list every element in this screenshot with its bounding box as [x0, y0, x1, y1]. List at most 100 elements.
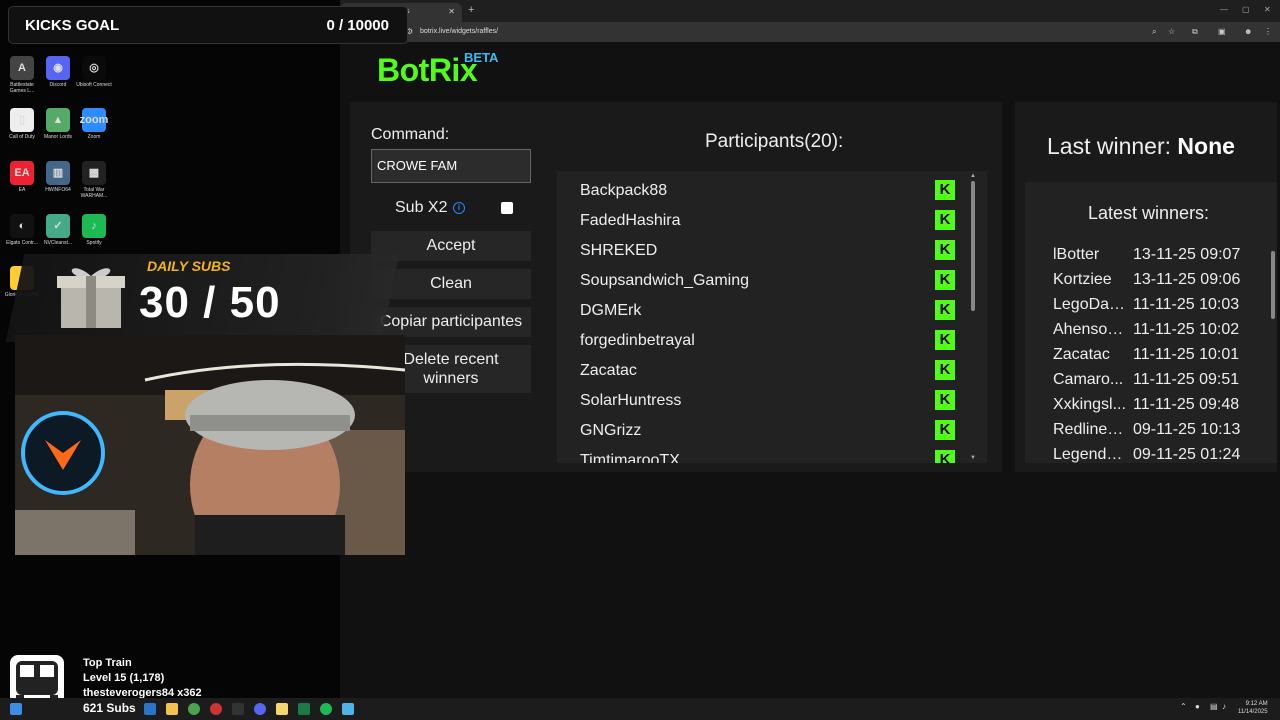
taskbar: ⌃ ● ▤ ♪ 9:12 AM 11/14/2025 — [0, 698, 1280, 720]
network-icon[interactable]: ▤ — [1210, 702, 1218, 711]
volume-icon[interactable]: ♪ — [1222, 702, 1226, 711]
winner-row: lBotter 13-11-25 09:07 — [1053, 246, 1273, 271]
bookmark-star-icon[interactable]: ☆ — [1168, 27, 1175, 36]
desktop-app-icon: ▥ — [46, 161, 70, 185]
scrollbar[interactable] — [971, 181, 975, 311]
winner-time: 09-11-25 01:24 — [1133, 446, 1241, 463]
participant-name: forgedinbetrayal — [580, 332, 695, 349]
maximize-icon[interactable]: ▢ — [1242, 5, 1250, 14]
daily-subs-label: DAILY SUBS — [147, 258, 231, 274]
winner-row: Camaro... 11-11-25 09:51 — [1053, 371, 1273, 396]
desktop-app-glyph: ▩ — [88, 167, 100, 179]
desktop-app-glyph: A — [18, 62, 26, 74]
desktop-icon[interactable]: EA EA — [4, 161, 40, 193]
desktop-icon-label: Elgato Contr... — [6, 240, 38, 246]
participant-row: GNGrizz K — [557, 415, 967, 445]
desktop-app-icon: ▲ — [46, 108, 70, 132]
participant-name: Backpack88 — [580, 182, 668, 199]
desktop-icon[interactable]: ♪ Spotify — [76, 214, 112, 246]
discord-taskbar-icon[interactable] — [254, 703, 266, 715]
winner-time: 13-11-25 09:07 — [1133, 246, 1241, 263]
kick-platform-icon: K — [935, 420, 955, 440]
chrome-icon[interactable] — [188, 703, 200, 715]
winner-time: 11-11-25 10:01 — [1133, 346, 1240, 363]
desktop-icon[interactable]: zoom Zoom — [76, 108, 112, 140]
desktop-app-icon: ✓ — [46, 214, 70, 238]
participant-name: GNGrizz — [580, 422, 642, 439]
desktop-app-icon: ♪ — [82, 214, 106, 238]
desktop-app-icon: zoom — [80, 108, 108, 132]
explorer-icon[interactable] — [144, 703, 156, 715]
desktop-icon[interactable]: ◐ Elgato Contr... — [4, 214, 40, 246]
desktop-icon[interactable]: ▲ Manor Lords — [40, 108, 76, 140]
split-icon[interactable]: ▣ — [1218, 27, 1226, 36]
latest-winners-box: Latest winners: lBotter 13-11-25 09:07 Kor… — [1025, 182, 1277, 463]
desktop-icon[interactable]: ◎ Ubisoft Connect — [76, 56, 112, 88]
desktop-icon-label: EA — [18, 187, 26, 193]
command-label: Command: — [371, 126, 450, 143]
desktop-icon[interactable]: A Battlestate Games L... — [4, 56, 40, 94]
desktop-app-glyph: ♪ — [91, 220, 97, 232]
command-input[interactable]: CROWE FAM — [371, 149, 531, 183]
address-bar: ⚙ botrix.live/widgets/raffles/ ⌕ ☆ ⧉ ▣ ☻… — [340, 22, 1280, 42]
desktop-app-icon: ▯ — [10, 108, 34, 132]
winner-name: LegoDad... — [1053, 296, 1128, 313]
top-train-info: Top Train Level 15 (1,178) thesteveroger… — [83, 656, 202, 701]
desktop-icon[interactable]: ▩ Total War WARHAM... — [76, 161, 112, 199]
participant-row: FadedHashira K — [557, 205, 967, 235]
folder-icon[interactable] — [166, 703, 178, 715]
kick-platform-icon: K — [935, 270, 955, 290]
clock[interactable]: 9:12 AM 11/14/2025 — [1238, 700, 1268, 716]
sub-x2-checkbox[interactable] — [501, 202, 513, 214]
app-icon[interactable] — [210, 703, 222, 715]
profile-icon[interactable]: ☻ — [1244, 27, 1252, 36]
spotify-taskbar-icon[interactable] — [320, 703, 332, 715]
start-icon[interactable] — [10, 703, 22, 715]
participant-name: DGMErk — [580, 302, 642, 319]
tray-chevron-icon[interactable]: ⌃ — [1180, 702, 1187, 711]
info-icon[interactable]: i — [453, 202, 465, 214]
desktop-icon[interactable]: ▯ Call of Duty — [4, 108, 40, 140]
kick-platform-icon: K — [935, 360, 955, 380]
desktop-app-icon: ▩ — [82, 161, 106, 185]
winner-time: 09-11-25 10:13 — [1133, 421, 1241, 438]
winner-row: Redline_... 09-11-25 10:13 — [1053, 421, 1273, 446]
desktop-icon[interactable]: ◉ Discord — [40, 56, 76, 88]
gift-icon — [57, 268, 125, 328]
webcam-feed — [15, 335, 405, 555]
desktop-icon[interactable]: ▥ HWiNFO64 — [40, 161, 76, 193]
participant-row: forgedinbetrayal K — [557, 325, 967, 355]
participant-row: Zacatac K — [557, 355, 967, 385]
close-tab-icon[interactable]: ✕ — [448, 7, 455, 16]
terminal-icon[interactable] — [232, 703, 244, 715]
search-icon[interactable]: ⌕ — [1152, 27, 1156, 37]
new-tab-icon[interactable]: + — [468, 4, 474, 16]
desktop-icon-label: Call of Duty — [9, 134, 35, 140]
kick-platform-icon: K — [935, 300, 955, 320]
desktop-app-glyph: ▥ — [52, 167, 64, 179]
scroll-up-icon[interactable]: ▲ — [970, 173, 976, 179]
copy-participants-button[interactable]: Copiar participantes — [371, 307, 531, 337]
close-window-icon[interactable]: ✕ — [1264, 5, 1271, 14]
winner-name: Legend1... — [1053, 446, 1128, 463]
notes-icon[interactable] — [276, 703, 288, 715]
botrix-logo[interactable]: BotRix — [377, 52, 478, 89]
participant-name: Soupsandwich_Gaming — [580, 272, 749, 289]
desktop-icon-label: Manor Lords — [43, 134, 73, 140]
minimize-icon[interactable]: — — [1220, 5, 1228, 14]
notepad-icon[interactable] — [342, 703, 354, 715]
desktop-icon[interactable]: ✓ NVCleanst... — [40, 214, 76, 246]
kicks-goal-bar: KICKS GOAL 0 / 10000 — [8, 6, 408, 44]
mic-icon[interactable]: ● — [1195, 702, 1200, 711]
daily-subs-count: 30 / 50 — [139, 278, 281, 327]
excel-icon[interactable] — [298, 703, 310, 715]
participant-name: FadedHashira — [580, 212, 681, 229]
desktop-icon-label: Spotify — [86, 240, 102, 246]
train-title: Top Train — [83, 657, 132, 669]
url-field[interactable]: botrix.live/widgets/raffles/ — [408, 26, 1248, 39]
scroll-down-icon[interactable]: ▼ — [970, 455, 976, 461]
menu-icon[interactable]: ⋮ — [1264, 27, 1272, 36]
desktop-app-icon: EA — [10, 161, 34, 185]
desktop-app-glyph: EA — [14, 167, 30, 179]
extensions-icon[interactable]: ⧉ — [1192, 27, 1198, 37]
